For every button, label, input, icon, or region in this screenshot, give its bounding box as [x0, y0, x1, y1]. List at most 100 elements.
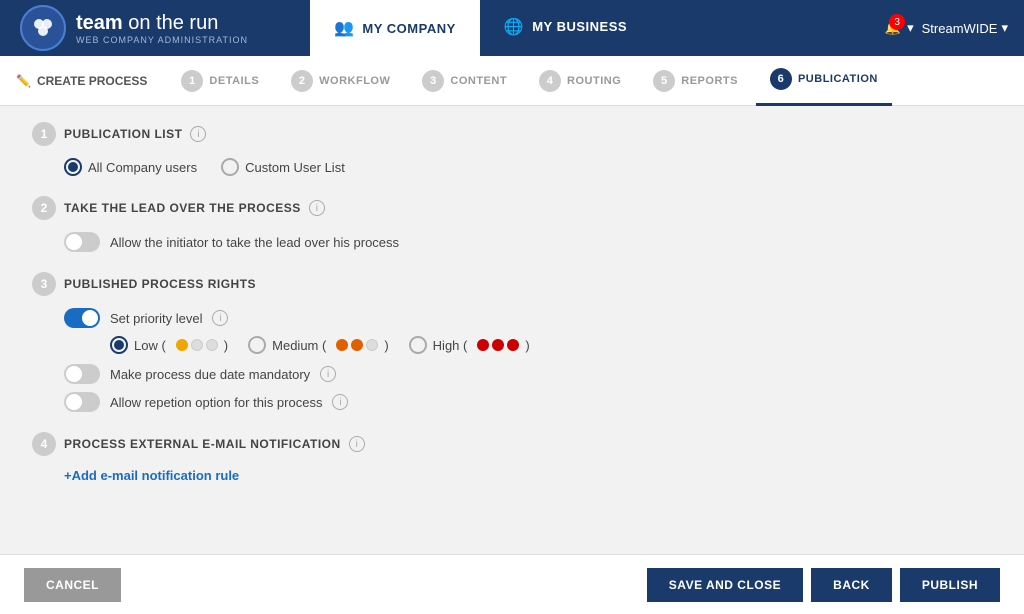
logo-text: team on the run WEB COMPANY ADMINISTRATI…: [76, 11, 248, 46]
priority-toggle-label: Set priority level: [110, 311, 202, 326]
step-2-num: 2: [291, 70, 313, 92]
section-4-info-icon[interactable]: i: [349, 436, 365, 452]
section-email-notification: 4 PROCESS EXTERNAL E-MAIL NOTIFICATION i…: [32, 432, 992, 483]
section-1-info-icon[interactable]: i: [190, 126, 206, 142]
repetition-toggle-label: Allow repetion option for this process: [110, 395, 322, 410]
section-2-title: TAKE THE LEAD OVER THE PROCESS: [64, 201, 301, 215]
step-6-num: 6: [770, 68, 792, 90]
priority-medium-dots: [336, 339, 378, 351]
publish-button[interactable]: PUBLISH: [900, 568, 1000, 602]
due-date-toggle-row: Make process due date mandatory i: [64, 364, 992, 384]
dot-3: [206, 339, 218, 351]
dot-m1: [336, 339, 348, 351]
section-4-num: 4: [32, 432, 56, 456]
take-lead-toggle[interactable]: [64, 232, 100, 252]
repetition-toggle-row: Allow repetion option for this process i: [64, 392, 992, 412]
step-3-content[interactable]: 3 CONTENT: [408, 56, 521, 106]
section-2-header: 2 TAKE THE LEAD OVER THE PROCESS i: [32, 196, 992, 220]
priority-level-row: Low ( ) Medium ( ): [64, 336, 992, 354]
priority-low-dots: [176, 339, 218, 351]
section-2-content: Allow the initiator to take the lead ove…: [32, 232, 992, 252]
section-1-content: All Company users Custom User List: [32, 158, 992, 176]
priority-low-radio-outer: [110, 336, 128, 354]
priority-high-close: ): [525, 338, 529, 353]
add-email-rule-link[interactable]: +Add e-mail notification rule: [64, 468, 239, 483]
priority-high-dots: [477, 339, 519, 351]
priority-info-icon[interactable]: i: [212, 310, 228, 326]
notification-count: 3: [889, 14, 905, 30]
nav-my-company[interactable]: 👥 MY COMPANY: [310, 0, 480, 56]
priority-high-radio: [409, 336, 427, 354]
save-and-close-button[interactable]: SAVE AND CLOSE: [647, 568, 803, 602]
section-1-title: PUBLICATION LIST: [64, 127, 182, 141]
priority-toggle[interactable]: [64, 308, 100, 328]
logo-team: team on the run: [76, 12, 218, 34]
cancel-button[interactable]: CANCEL: [24, 568, 121, 602]
priority-high-label: High (: [433, 338, 468, 353]
section-take-lead: 2 TAKE THE LEAD OVER THE PROCESS i Allow…: [32, 196, 992, 252]
take-lead-toggle-thumb: [66, 234, 82, 250]
section-4-content: +Add e-mail notification rule: [32, 468, 992, 483]
step-1-details[interactable]: 1 DETAILS: [167, 56, 273, 106]
step-4-num: 4: [539, 70, 561, 92]
company-icon: 👥: [334, 18, 354, 38]
logo-subtitle: WEB COMPANY ADMINISTRATION: [76, 35, 248, 46]
repetition-info-icon[interactable]: i: [332, 394, 348, 410]
repetition-toggle-thumb: [66, 394, 82, 410]
footer: CANCEL SAVE AND CLOSE BACK PUBLISH: [0, 554, 1024, 614]
business-icon: 🌐: [504, 17, 524, 37]
step-6-publication[interactable]: 6 PUBLICATION: [756, 56, 892, 106]
dot-h3: [507, 339, 519, 351]
create-process-button[interactable]: ✏️ CREATE PROCESS: [16, 74, 147, 88]
step-5-num: 5: [653, 70, 675, 92]
section-1-num: 1: [32, 122, 56, 146]
priority-medium-label: Medium (: [272, 338, 326, 353]
back-button[interactable]: BACK: [811, 568, 892, 602]
dot-m2: [351, 339, 363, 351]
section-2-num: 2: [32, 196, 56, 220]
footer-right-buttons: SAVE AND CLOSE BACK PUBLISH: [647, 568, 1000, 602]
section-published-rights: 3 PUBLISHED PROCESS RIGHTS Set priority …: [32, 272, 992, 412]
priority-high-option[interactable]: High ( ): [409, 336, 530, 354]
radio-all-company-inner: [68, 162, 78, 172]
logo-icon: [20, 5, 66, 51]
dot-h2: [492, 339, 504, 351]
nav-my-business[interactable]: 🌐 MY BUSINESS: [480, 0, 651, 56]
steps-bar: ✏️ CREATE PROCESS 1 DETAILS 2 WORKFLOW 3…: [0, 56, 1024, 106]
chevron-down-icon: ▾: [907, 20, 914, 36]
priority-medium-close: ): [384, 338, 388, 353]
user-name: StreamWIDE: [922, 21, 998, 36]
edit-icon: ✏️: [16, 74, 31, 88]
due-date-toggle[interactable]: [64, 364, 100, 384]
notification-bell[interactable]: 🔔 3: [885, 20, 901, 36]
header: team on the run WEB COMPANY ADMINISTRATI…: [0, 0, 1024, 56]
radio-all-company-users[interactable]: All Company users: [64, 158, 197, 176]
user-chevron-icon: ▾: [1001, 20, 1008, 36]
step-3-num: 3: [422, 70, 444, 92]
section-4-header: 4 PROCESS EXTERNAL E-MAIL NOTIFICATION i: [32, 432, 992, 456]
section-2-info-icon[interactable]: i: [309, 200, 325, 216]
step-5-reports[interactable]: 5 REPORTS: [639, 56, 752, 106]
team-logo-svg: [29, 14, 57, 42]
priority-low-label: Low (: [134, 338, 166, 353]
priority-low-radio-inner: [114, 340, 124, 350]
due-date-info-icon[interactable]: i: [320, 366, 336, 382]
priority-medium-option[interactable]: Medium ( ): [248, 336, 389, 354]
step-4-routing[interactable]: 4 ROUTING: [525, 56, 635, 106]
radio-all-company-outer: [64, 158, 82, 176]
radio-custom-user-list[interactable]: Custom User List: [221, 158, 345, 176]
header-right: 🔔 3 ▾ StreamWIDE ▾: [885, 20, 1024, 36]
radio-all-company-label: All Company users: [88, 160, 197, 175]
priority-low-option[interactable]: Low ( ): [110, 336, 228, 354]
dot-2: [191, 339, 203, 351]
nav-tabs: 👥 MY COMPANY 🌐 MY BUSINESS: [310, 0, 651, 56]
section-3-num: 3: [32, 272, 56, 296]
step-1-num: 1: [181, 70, 203, 92]
repetition-toggle[interactable]: [64, 392, 100, 412]
radio-custom-user-empty: [221, 158, 239, 176]
section-3-header: 3 PUBLISHED PROCESS RIGHTS: [32, 272, 992, 296]
step-2-workflow[interactable]: 2 WORKFLOW: [277, 56, 404, 106]
priority-low-close: ): [224, 338, 228, 353]
take-lead-toggle-row: Allow the initiator to take the lead ove…: [64, 232, 992, 252]
due-date-toggle-label: Make process due date mandatory: [110, 367, 310, 382]
